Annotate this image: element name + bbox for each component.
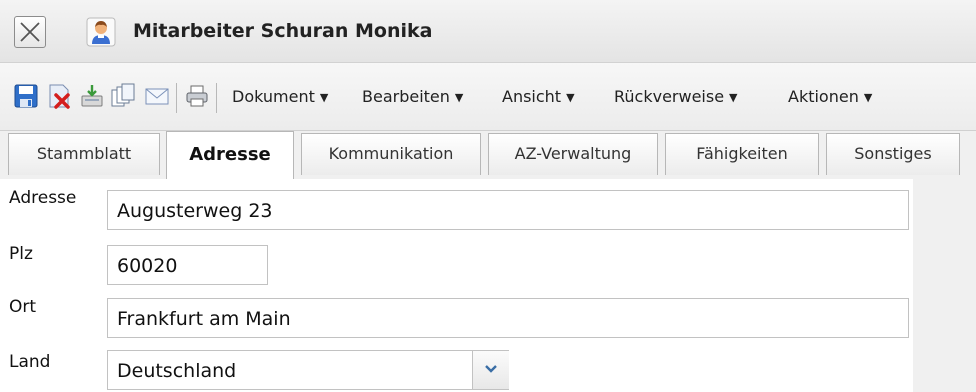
land-label: Land: [9, 352, 51, 372]
person-icon: [86, 17, 116, 47]
tab-stammblatt[interactable]: Stammblatt: [8, 133, 160, 175]
dropdown-arrow-icon: ▼: [454, 91, 464, 104]
menu-aktionen[interactable]: Aktionen ▼: [788, 87, 872, 106]
mail-icon[interactable]: [144, 83, 170, 109]
dropdown-arrow-icon: ▼: [319, 91, 329, 104]
tab-faehigkeiten[interactable]: Fähigkeiten: [665, 133, 819, 175]
menu-dokument[interactable]: Dokument ▼: [232, 87, 328, 106]
tab-kommunikation[interactable]: Kommunikation: [301, 133, 481, 175]
side-panel: [913, 179, 976, 392]
tab-strip: Stammblatt Adresse Kommunikation AZ-Verw…: [0, 131, 976, 179]
toolbar-separator: [176, 83, 177, 113]
ort-label: Ort: [9, 297, 37, 317]
print-icon[interactable]: [184, 83, 210, 109]
ort-field[interactable]: Frankfurt am Main: [107, 298, 909, 338]
tab-adresse[interactable]: Adresse: [166, 131, 294, 179]
adresse-field[interactable]: Augusterweg 23: [107, 190, 909, 230]
dropdown-arrow-icon: ▼: [566, 91, 575, 104]
toolbar-separator: [216, 83, 217, 113]
plz-field[interactable]: 60020: [107, 245, 268, 285]
menu-ansicht[interactable]: Ansicht ▼: [502, 87, 575, 106]
close-icon: [20, 22, 40, 42]
export-icon[interactable]: [79, 83, 105, 109]
close-button[interactable]: [14, 16, 46, 48]
tab-az-verwaltung[interactable]: AZ-Verwaltung: [488, 133, 658, 175]
toolbar: Dokument ▼ Bearbeiten ▼ Ansicht ▼ Rückverwe…: [0, 63, 976, 131]
chevron-down-icon: [485, 365, 497, 373]
dropdown-arrow-icon: ▼: [863, 91, 873, 104]
title-bar: Mitarbeiter Schuran Monika: [0, 0, 976, 63]
adresse-label: Adresse: [9, 188, 77, 208]
land-dropdown-button[interactable]: [472, 351, 509, 389]
land-select-value: Deutschland: [117, 360, 237, 382]
dropdown-arrow-icon: ▼: [729, 91, 738, 104]
plz-label: Plz: [9, 244, 33, 264]
copy-icon[interactable]: [110, 83, 136, 109]
save-icon[interactable]: [13, 83, 39, 109]
delete-icon[interactable]: [46, 83, 72, 109]
land-select[interactable]: Deutschland: [107, 350, 509, 390]
window-title: Mitarbeiter Schuran Monika: [133, 20, 433, 42]
menu-rueckverweise[interactable]: Rückverweise ▼: [614, 87, 738, 106]
menu-bearbeiten[interactable]: Bearbeiten ▼: [362, 87, 463, 106]
tab-sonstiges[interactable]: Sonstiges: [826, 133, 960, 175]
